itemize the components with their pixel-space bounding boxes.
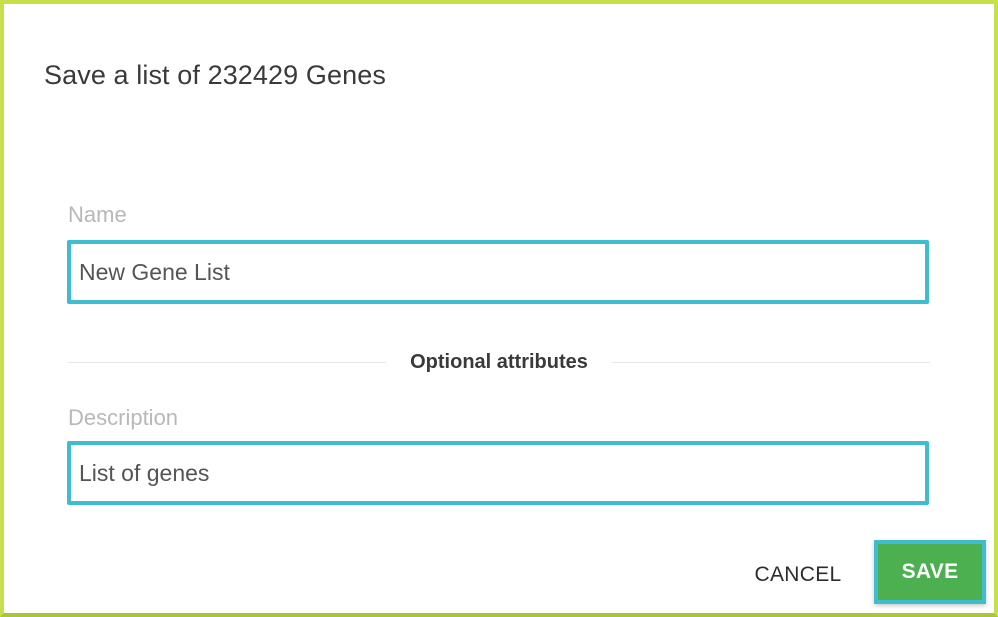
name-field-container [67,240,929,304]
divider-line-left [68,361,387,363]
cancel-button[interactable]: CANCEL [740,555,856,595]
description-input[interactable] [71,445,925,501]
name-label: Name [68,202,127,227]
save-list-dialog: Save a list of 232429 Genes Name Optiona… [0,0,998,617]
optional-attributes-heading: Optional attributes [410,350,588,373]
divider-line-right [611,361,931,363]
save-button[interactable]: SAVE [874,540,986,604]
optional-attributes-divider: Optional attributes [68,347,931,377]
description-label: Description [68,405,179,430]
description-field-container [67,441,929,505]
name-input[interactable] [71,244,925,300]
dialog-title: Save a list of 232429 Genes [44,60,386,90]
